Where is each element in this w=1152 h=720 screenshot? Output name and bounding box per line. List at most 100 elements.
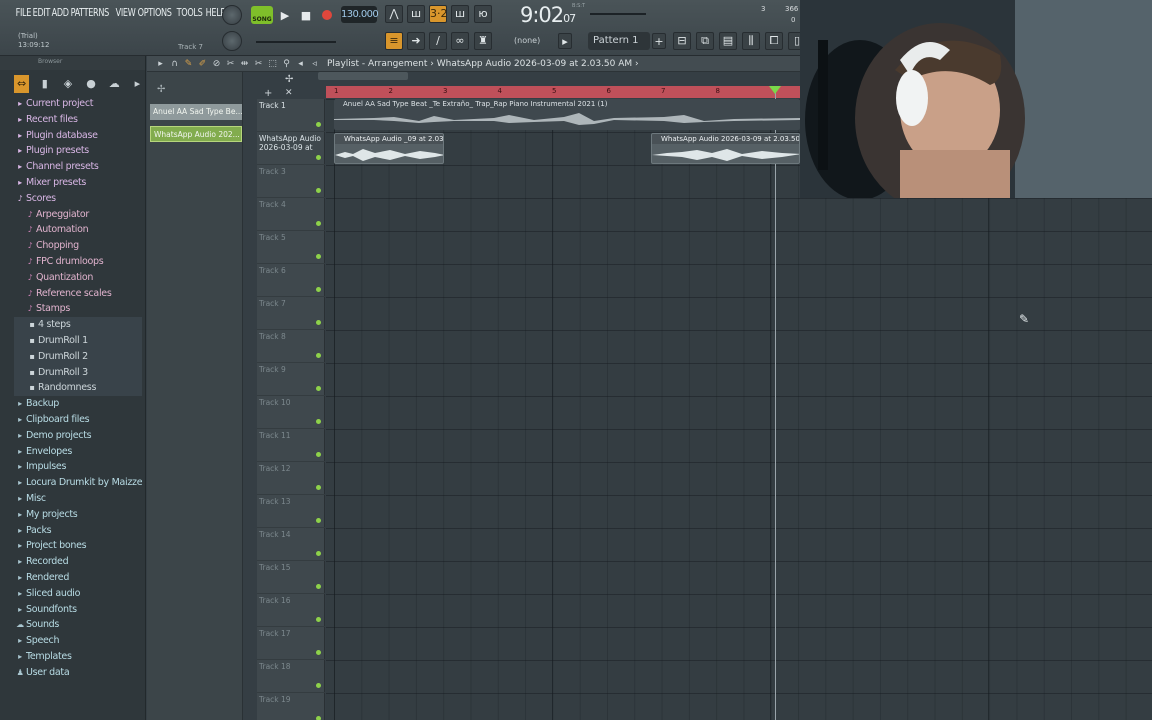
browser-item[interactable]: ▪ Randomness [14,380,142,397]
tempo-display[interactable]: 130.000 [341,6,379,23]
track-enable-led[interactable] [316,254,321,259]
track-enable-led[interactable] [316,353,321,358]
browser-item[interactable]: ♪ Chopping [14,238,142,254]
channel-rack-icon[interactable]: ▤ [719,32,737,50]
menu-item-add[interactable]: ADD [50,6,70,19]
browser-item[interactable]: ▸ Locura Drumkit by Maizzeno [14,475,142,491]
playhead-marker-icon[interactable] [769,86,781,94]
track-enable-led[interactable] [316,518,321,523]
browser-item[interactable]: ♪ FPC drumloops [14,254,142,270]
browser-item[interactable]: ▸ Channel presets [14,159,142,175]
piano-roll-icon[interactable]: ⧉ [696,32,714,50]
browser-plugins-icon[interactable]: ◈ [60,75,75,93]
timeline-ruler[interactable]: 1 2 3 4 5 6 7 8 [326,86,800,98]
browser-item[interactable]: ▸ Plugin presets [14,143,142,159]
close-icon[interactable]: ✕ [285,88,293,98]
track-enable-led[interactable] [316,287,321,292]
browser-item[interactable]: ▸ Current project [14,96,142,112]
wait-input-icon[interactable]: ш [407,5,425,23]
browser-item[interactable]: ▸ Recent files [14,112,142,128]
countdown-icon[interactable]: 3·2 [429,5,448,23]
browser-item[interactable]: ▸ Soundfonts [14,602,142,618]
slice-icon[interactable]: ✂ [253,56,264,72]
song-position-clock[interactable]: 9:0207 [520,3,576,27]
browser-item[interactable]: ▸ Project bones [14,538,142,554]
speaker-icon[interactable]: ◃ [309,56,320,72]
browser-item[interactable]: ▸ Impulses [14,459,142,475]
pattern-selector[interactable]: Pattern 1 [588,32,650,50]
track-header[interactable]: Track 12 [257,462,325,495]
track-header[interactable]: Track 13 [257,495,325,528]
audio-clip[interactable]: WhatsApp Audio 2026-03-09 at 2.03.50 AM [651,133,800,164]
track-header[interactable]: Track 6 [257,264,325,297]
audio-clip[interactable]: WhatsApp Audio _09 at 2.03.50 AM [334,133,444,164]
pattern-item[interactable]: Anuel AA Sad Type Be... [150,104,242,120]
horizontal-scrollbar[interactable] [318,72,408,80]
playlist-icon[interactable]: ⊟ [673,32,691,50]
track-header[interactable]: Track 7 [257,297,325,330]
track-enable-led[interactable] [316,617,321,622]
track-header[interactable]: Track 18 [257,660,325,693]
pattern-picker-toggle-icon[interactable]: ✢ [157,84,165,95]
track-enable-led[interactable] [316,122,321,127]
browser-item[interactable]: ♪ Arpeggiator [14,207,142,223]
magnet-icon[interactable]: ∩ [169,56,180,72]
track-enable-led[interactable] [316,485,321,490]
browser-item[interactable]: ▸ Packs [14,523,142,539]
track-enable-led[interactable] [316,386,321,391]
pattern-item[interactable]: WhatsApp Audio 202... [150,126,242,142]
browser-item[interactable]: ▪ DrumRoll 3 [14,364,142,381]
stamp-icon[interactable]: ♜ [474,32,492,50]
menu-item-patterns[interactable]: PATTERNS [69,6,111,19]
browser-item[interactable]: ▸ Mixer presets [14,175,142,191]
stop-icon[interactable]: ■ [297,6,315,24]
step-edit-icon[interactable]: ш [451,5,469,23]
browser-item[interactable]: ♟ User data [14,665,142,681]
browser-project-icon[interactable]: ▮ [37,75,52,93]
track-header[interactable]: Track 3 [257,165,325,198]
play-icon[interactable]: ▶ [276,6,294,24]
track-header[interactable]: Track 5 [257,231,325,264]
track-header[interactable]: Track 8 [257,330,325,363]
playhead-line[interactable] [775,86,776,720]
browser-all-icon[interactable]: ⇔ [14,75,30,93]
link-icon[interactable]: ∞ [451,32,469,50]
browser-item[interactable]: ♪ Scores [14,191,142,207]
browser-menu-icon[interactable]: ▸ [130,75,145,93]
browser-item[interactable]: ☁ Sounds [14,617,142,633]
track-header[interactable]: Track 11 [257,429,325,462]
track-enable-led[interactable] [316,650,321,655]
record-icon[interactable] [318,6,336,24]
browser-item[interactable]: ▪ 4 steps [14,317,142,333]
track-enable-led[interactable] [316,452,321,457]
browser-item[interactable]: ▸ Clipboard files [14,412,142,428]
browser-item[interactable]: ▸ Backup [14,396,142,412]
browser-item[interactable]: ▸ Plugin database [14,128,142,144]
song-mode-button[interactable]: SONG [251,6,273,24]
playlist-view-icon[interactable]: ≡ [385,32,403,50]
menu-item-tools[interactable]: TOOLS [175,6,204,19]
plus-icon[interactable]: + [652,33,666,49]
browser-item[interactable]: ▸ Demo projects [14,428,142,444]
menu-item-edit[interactable]: EDIT [31,6,52,19]
mixer-icon[interactable]: ⫼ [742,32,760,50]
move-icon[interactable]: ✢ [285,74,293,85]
arrow-right-icon[interactable]: ➜ [407,32,425,50]
snap-selector[interactable]: (none) [510,33,554,49]
audio-clip[interactable]: Anuel AA Sad Type Beat _Te Extraño_ Trap… [334,99,800,130]
track-header[interactable]: Track 16 [257,594,325,627]
menu-item-view[interactable]: VIEW [114,6,137,19]
track-enable-led[interactable] [316,584,321,589]
browser-item[interactable]: ▸ Rendered [14,570,142,586]
browser-item[interactable]: ▸ Speech [14,633,142,649]
browser-item[interactable]: ♪ Quantization [14,270,142,286]
master-pitch-slider[interactable] [256,41,336,43]
browser-item[interactable]: ▸ My projects [14,507,142,523]
add-track-icon[interactable]: + [264,88,272,99]
browser-item[interactable]: ▸ Misc [14,491,142,507]
menu-item-options[interactable]: OPTIONS [136,6,173,19]
browser-item[interactable]: ♪ Stamps [14,301,142,317]
browser-item[interactable]: ▸ Recorded [14,554,142,570]
track-enable-led[interactable] [316,716,321,720]
browser-item[interactable]: ♪ Automation [14,222,142,238]
